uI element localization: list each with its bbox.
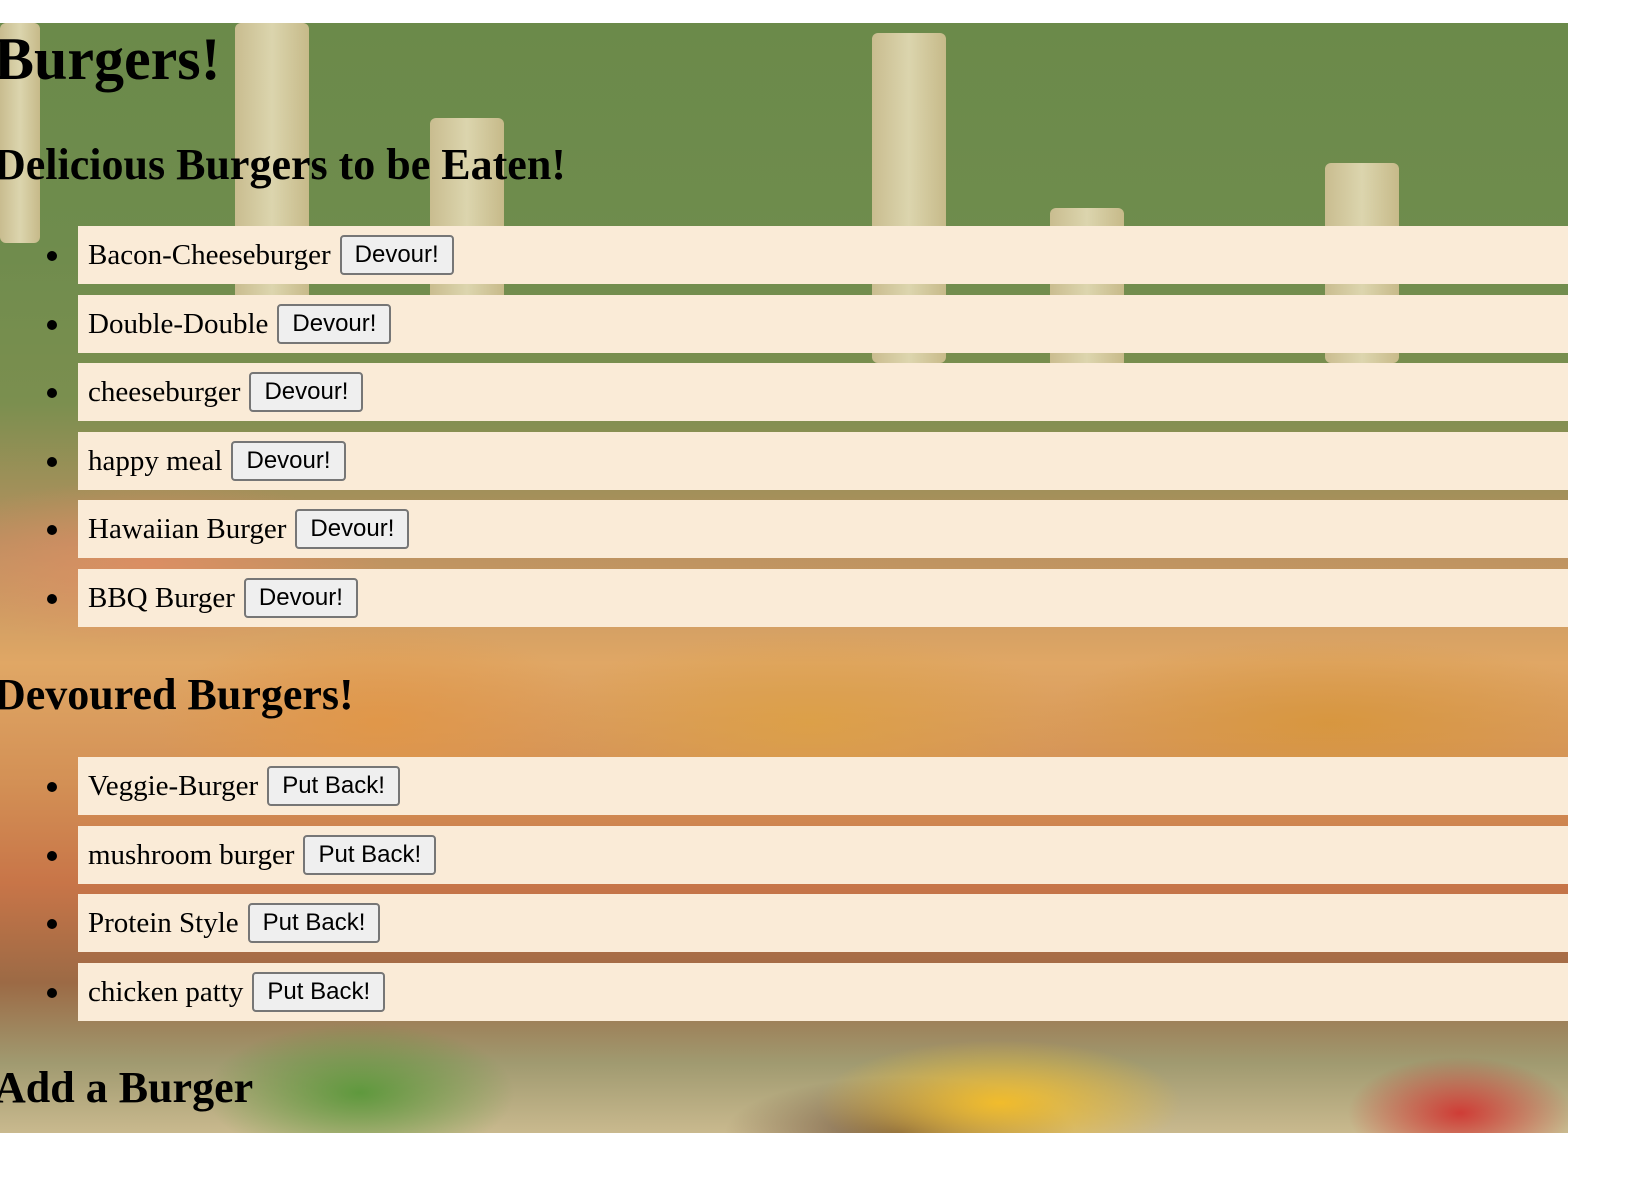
put-back-button[interactable]: Put Back!	[267, 766, 400, 806]
list-item: Hawaiian Burger Devour!	[0, 500, 1568, 559]
bullet-icon	[47, 987, 57, 998]
burger-name: Hawaiian Burger	[88, 513, 287, 546]
burger-name: happy meal	[88, 444, 223, 477]
burger-name: cheeseburger	[88, 376, 241, 409]
burger-name: mushroom burger	[88, 838, 295, 871]
bullet-icon	[47, 388, 57, 399]
burger-name: Veggie-Burger	[88, 770, 259, 802]
list-item: Veggie-Burger Put Back!	[0, 757, 1568, 815]
devour-button[interactable]: Devour!	[243, 577, 358, 618]
devour-button[interactable]: Devour!	[231, 440, 346, 481]
bullet-icon	[47, 251, 57, 261]
burger-row: Protein Style Put Back!	[78, 894, 1568, 953]
devour-button[interactable]: Devour!	[277, 303, 392, 344]
bullet-icon	[47, 850, 57, 861]
devour-button[interactable]: Devour!	[339, 235, 454, 275]
burger-row: happy meal Devour!	[78, 431, 1568, 490]
list-item: Protein Style Put Back!	[0, 894, 1568, 953]
list-item: mushroom burger Put Back!	[0, 825, 1568, 884]
devour-button[interactable]: Devour!	[295, 509, 410, 550]
burger-row: Double-Double Devour!	[78, 294, 1568, 353]
burger-row: Bacon-Cheeseburger Devour!	[78, 226, 1568, 284]
list-item: happy meal Devour!	[0, 431, 1568, 490]
devoured-burger-list: Veggie-Burger Put Back! mushroom burger …	[0, 757, 1568, 1031]
burger-row: chicken patty Put Back!	[78, 962, 1568, 1021]
devoured-heading: Devoured Burgers!	[0, 670, 354, 719]
put-back-button[interactable]: Put Back!	[303, 834, 437, 875]
burger-name: BBQ Burger	[88, 581, 235, 614]
add-burger-heading: Add a Burger	[0, 1063, 254, 1112]
put-back-button[interactable]: Put Back!	[252, 971, 386, 1012]
burger-row: mushroom burger Put Back!	[78, 825, 1568, 884]
burger-row: cheeseburger Devour!	[78, 363, 1568, 422]
devour-button[interactable]: Devour!	[249, 372, 364, 413]
bullet-icon	[47, 782, 57, 792]
uneaten-heading: Delicious Burgers to be Eaten!	[0, 140, 566, 189]
list-item: BBQ Burger Devour!	[0, 568, 1568, 627]
list-item: Bacon-Cheeseburger Devour!	[0, 226, 1568, 284]
burger-name: Bacon-Cheeseburger	[88, 239, 331, 271]
burger-row: BBQ Burger Devour!	[78, 568, 1568, 627]
burger-background-image: Burgers! Delicious Burgers to be Eaten! …	[0, 23, 1568, 1133]
put-back-button[interactable]: Put Back!	[247, 903, 381, 944]
bullet-icon	[47, 525, 57, 536]
bullet-icon	[47, 593, 57, 604]
burger-name: Double-Double	[88, 307, 269, 340]
burger-name: Protein Style	[88, 907, 239, 940]
bullet-icon	[47, 319, 57, 330]
burger-row: Hawaiian Burger Devour!	[78, 500, 1568, 559]
list-item: chicken patty Put Back!	[0, 962, 1568, 1021]
burger-name: chicken patty	[88, 975, 244, 1008]
uneaten-burger-list: Bacon-Cheeseburger Devour! Double-Double…	[0, 226, 1568, 638]
page-title: Burgers!	[0, 26, 221, 92]
bullet-icon	[47, 919, 57, 930]
bullet-icon	[47, 456, 57, 467]
burger-row: Veggie-Burger Put Back!	[78, 757, 1568, 815]
list-item: cheeseburger Devour!	[0, 363, 1568, 422]
list-item: Double-Double Devour!	[0, 294, 1568, 353]
